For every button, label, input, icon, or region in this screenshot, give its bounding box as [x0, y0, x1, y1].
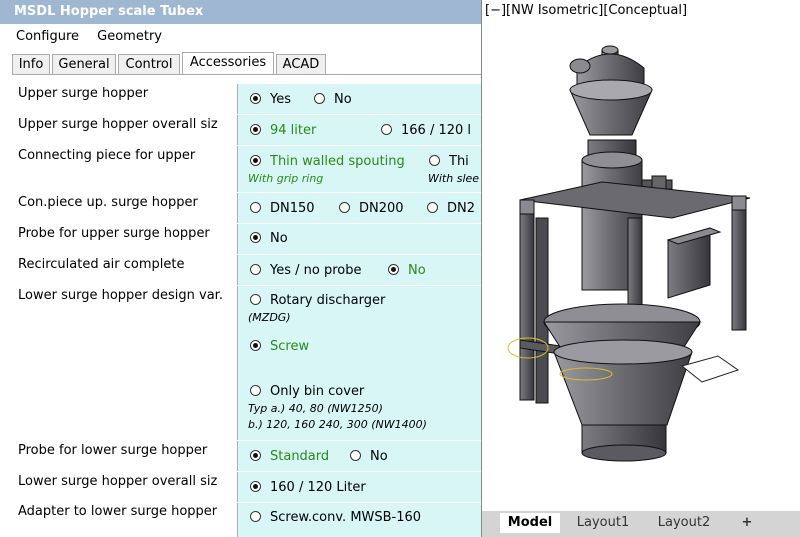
radio-icon	[250, 202, 261, 213]
radio-166-120[interactable]: 166 / 120 l	[381, 123, 471, 139]
radio-icon	[314, 93, 325, 104]
tab-acad[interactable]: ACAD	[276, 54, 326, 74]
tab-accessories[interactable]: Accessories	[182, 52, 274, 75]
tab-divider	[12, 74, 481, 75]
note-grip-ring: With grip ring	[248, 172, 324, 185]
radio-icon	[339, 202, 350, 213]
radio-icon	[381, 124, 392, 135]
menu-configure[interactable]: Configure	[16, 26, 79, 48]
radio-dn150[interactable]: DN150	[250, 201, 315, 217]
radio-thin-walled-spouting[interactable]: Thin walled spouting	[250, 154, 405, 170]
properties-panel: MSDL Hopper scale Tubex Configure Geomet…	[0, 0, 481, 537]
radio-upper-hopper-no[interactable]: No	[314, 92, 352, 108]
value-con-piece-upper: DN150 DN200 DN2	[237, 193, 481, 223]
radio-dot-icon	[250, 93, 261, 104]
value-lower-hopper-size: 160 / 120 Liter	[237, 472, 481, 502]
radio-dot-icon	[250, 450, 261, 461]
radio-dot-icon	[250, 481, 261, 492]
label-lower-hopper-design: Lower surge hopper design var.	[18, 288, 223, 303]
radio-screw[interactable]: Screw	[250, 339, 309, 355]
label-upper-hopper-size: Upper surge hopper overall siz	[18, 117, 218, 132]
radio-icon	[429, 155, 440, 166]
radio-icon	[427, 202, 438, 213]
label-adapter-lower: Adapter to lower surge hopper	[18, 504, 218, 519]
value-lower-hopper-design: Rotary discharger (MZDG) Screw Only bin …	[237, 286, 481, 440]
layout-tab-bar: Model Layout1 Layout2 +	[482, 511, 800, 537]
note-typ-b: b.) 120, 160 240, 300 (NW1400)	[248, 418, 427, 431]
radio-icon	[250, 264, 261, 275]
layout-tab-layout2[interactable]: Layout2	[648, 513, 720, 533]
value-recirculated-air: Yes / no probe No	[237, 255, 481, 285]
radio-only-bin-cover[interactable]: Only bin cover	[250, 384, 364, 400]
label-probe-upper: Probe for upper surge hopper	[18, 226, 210, 241]
radio-icon	[250, 385, 261, 396]
note-mzdg: (MZDG)	[248, 311, 291, 324]
value-probe-lower: Standard No	[237, 441, 481, 471]
radio-dot-icon	[388, 264, 399, 275]
radio-screw-conv[interactable]: Screw.conv. MWSB-160	[250, 510, 421, 526]
window-title: MSDL Hopper scale Tubex	[0, 0, 481, 24]
radio-yes-no-probe[interactable]: Yes / no probe	[250, 263, 361, 279]
tab-general[interactable]: General	[52, 54, 116, 74]
radio-recirc-no[interactable]: No	[388, 263, 426, 279]
label-connecting-piece: Connecting piece for upper	[18, 148, 196, 163]
note-typ-a: Typ a.) 40, 80 (NW1250)	[248, 402, 383, 415]
label-recirculated-air: Recirculated air complete	[18, 257, 185, 272]
radio-dot-icon	[250, 232, 261, 243]
radio-94-liter[interactable]: 94 liter	[250, 123, 316, 139]
layout-tab-model[interactable]: Model	[500, 513, 560, 533]
radio-probe-upper-no[interactable]: No	[250, 231, 288, 247]
radio-icon	[250, 511, 261, 522]
value-connecting-piece: Thin walled spouting With grip ring Thi …	[237, 146, 481, 192]
value-probe-upper: No	[237, 224, 481, 254]
radio-dot-icon	[250, 340, 261, 351]
radio-probe-lower-no[interactable]: No	[350, 449, 388, 465]
label-probe-lower: Probe for lower surge hopper	[18, 443, 208, 458]
radio-dn2[interactable]: DN2	[427, 201, 475, 217]
radio-dn200[interactable]: DN200	[339, 201, 404, 217]
value-upper-hopper-size: 94 liter 166 / 120 l	[237, 115, 481, 145]
note-sleeve: With slee	[428, 172, 480, 185]
menu-bar: Configure Geometry	[0, 26, 162, 48]
label-upper-surge-hopper: Upper surge hopper	[18, 86, 149, 101]
radio-dot-icon	[250, 155, 261, 166]
label-lower-hopper-size: Lower surge hopper overall siz	[18, 474, 218, 489]
cad-viewport[interactable]: [−][NW Isometric][Conceptual] Model Layo…	[481, 0, 800, 537]
value-upper-surge-hopper: Yes No	[237, 84, 481, 114]
add-layout-button[interactable]: +	[736, 513, 758, 533]
tab-control[interactable]: Control	[118, 54, 180, 74]
radio-160-120-liter[interactable]: 160 / 120 Liter	[250, 480, 366, 496]
radio-upper-hopper-yes[interactable]: Yes	[250, 92, 291, 108]
layout-tab-layout1[interactable]: Layout1	[568, 513, 638, 533]
radio-thi[interactable]: Thi	[429, 154, 469, 170]
hopper-scale-3d-model	[507, 45, 751, 462]
radio-icon	[350, 450, 361, 461]
radio-dot-icon	[250, 124, 261, 135]
radio-standard[interactable]: Standard	[250, 449, 329, 465]
label-con-piece-upper: Con.piece up. surge hopper	[18, 195, 198, 210]
tab-info[interactable]: Info	[12, 54, 50, 74]
menu-geometry[interactable]: Geometry	[97, 26, 162, 48]
radio-icon	[250, 294, 261, 305]
radio-rotary-discharger[interactable]: Rotary discharger	[250, 293, 385, 309]
value-adapter-lower: Screw.conv. MWSB-160	[237, 503, 481, 537]
